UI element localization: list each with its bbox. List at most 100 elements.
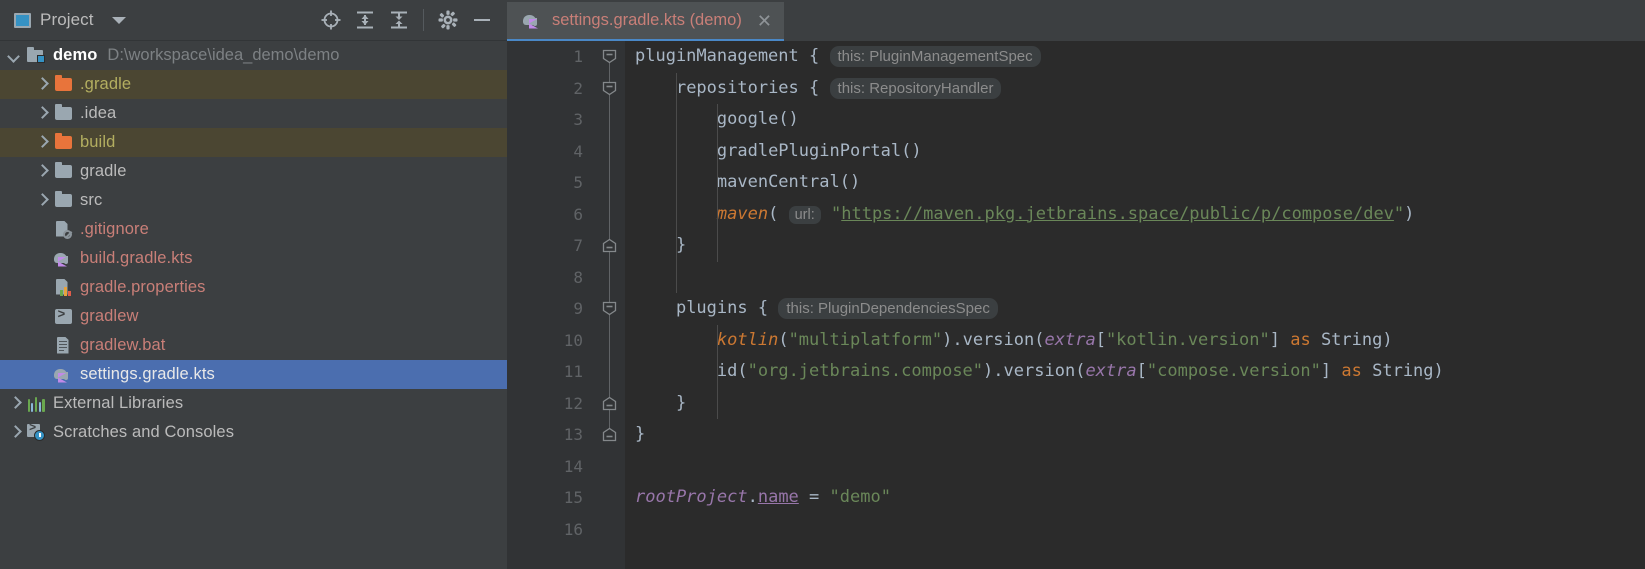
code-line-2[interactable]: repositories { this: RepositoryHandler	[635, 73, 1645, 105]
editor-pane: settings.gradle.kts (demo) ✕ 1 2 3 4 5 6 7 8 9 10…	[507, 0, 1645, 569]
code-line-10[interactable]: kotlin("multiplatform").version(extra["k…	[635, 325, 1645, 357]
panel-toolbar	[316, 5, 497, 35]
module-icon	[27, 47, 45, 63]
chevron-right-icon[interactable]	[35, 78, 48, 91]
code-text[interactable]: pluginManagement { this: PluginManagemen…	[625, 41, 1645, 569]
code-line-13[interactable]: }	[635, 419, 1645, 451]
tree-row-gradlew[interactable]: gradlew	[0, 302, 507, 331]
tree-item-label: gradle	[80, 162, 127, 180]
tree-row-build-gradle-kts[interactable]: build.gradle.kts	[0, 244, 507, 273]
code-line-1[interactable]: pluginManagement { this: PluginManagemen…	[635, 41, 1645, 73]
scratches-icon	[27, 421, 45, 441]
code-line-5[interactable]: mavenCentral()	[635, 167, 1645, 199]
line-number: 14	[563, 456, 583, 476]
tree-item-label: External Libraries	[53, 394, 184, 412]
tree-item-label: build.gradle.kts	[80, 249, 193, 267]
tree-row--gitignore[interactable]: .gitignore	[0, 215, 507, 244]
bat-file-icon	[56, 336, 71, 355]
code-line-11[interactable]: id("org.jetbrains.compose").version(extr…	[635, 356, 1645, 388]
inlay-hint: this: PluginDependenciesSpec	[778, 298, 998, 319]
tree-item-icon	[54, 250, 72, 268]
toolbar-divider	[423, 9, 424, 31]
tree-row-src[interactable]: src	[0, 186, 507, 215]
code-line-4[interactable]: gradlePluginPortal()	[635, 136, 1645, 168]
tree-item-label: gradle.properties	[80, 278, 206, 296]
tree-row-scratches-and-consoles[interactable]: Scratches and Consoles	[0, 418, 507, 447]
code-line-14[interactable]	[635, 451, 1645, 483]
tree-row--idea[interactable]: .idea	[0, 99, 507, 128]
line-number: 3	[573, 110, 583, 129]
project-panel-header: Project	[0, 0, 507, 41]
properties-icon	[55, 278, 72, 297]
close-icon[interactable]: ✕	[757, 12, 772, 30]
tree-item-icon	[27, 47, 45, 65]
project-tree[interactable]: demo D:\workspace\idea_demo\demo .gradle .i…	[0, 41, 507, 569]
minimize-icon[interactable]	[467, 5, 497, 35]
tree-item-label: settings.gradle.kts	[80, 365, 215, 383]
collapse-all-icon[interactable]	[384, 5, 414, 35]
line-number-gutter: 1 2 3 4 5 6 7 8 9 10 11 12 13 14 15 16	[507, 41, 595, 569]
gitignore-icon	[55, 220, 72, 239]
code-line-8[interactable]	[635, 262, 1645, 294]
chevron-down-icon[interactable]	[8, 49, 21, 62]
tree-item-icon	[54, 104, 72, 123]
tree-row-gradle-properties[interactable]: gradle.properties	[0, 273, 507, 302]
ide-window: Project demo D:\workspace\idea_demo\demo…	[0, 0, 1645, 569]
fold-gutter[interactable]	[595, 41, 625, 569]
line-number: 8	[573, 267, 583, 287]
line-number: 1	[573, 47, 583, 66]
tree-row-demo[interactable]: demo D:\workspace\idea_demo\demo	[0, 41, 507, 70]
fold-end-icon[interactable]	[602, 427, 617, 442]
folder-orange-icon	[54, 75, 72, 91]
tree-item-icon	[27, 421, 45, 442]
tree-item-icon	[54, 366, 72, 384]
libraries-icon	[27, 396, 45, 412]
fold-end-icon[interactable]	[602, 238, 617, 253]
code-line-3[interactable]: google()	[635, 104, 1645, 136]
chevron-right-icon[interactable]	[35, 136, 48, 149]
fold-collapse-icon[interactable]	[602, 301, 617, 316]
fold-end-icon[interactable]	[602, 396, 617, 411]
line-number: 12	[563, 393, 583, 413]
tree-item-label: gradlew	[80, 307, 139, 325]
tree-item-label: gradlew.bat	[80, 336, 166, 354]
locate-icon[interactable]	[316, 5, 346, 35]
tree-item-label: .gitignore	[80, 220, 149, 238]
tree-row-settings-gradle-kts[interactable]: settings.gradle.kts	[0, 360, 507, 389]
fold-collapse-icon[interactable]	[602, 49, 617, 64]
gradle-kts-icon	[523, 13, 543, 29]
tree-item-icon	[54, 336, 72, 355]
fold-collapse-icon[interactable]	[602, 81, 617, 96]
code-area: 1 2 3 4 5 6 7 8 9 10 11 12 13 14 15 16 pluginManagement…	[507, 41, 1645, 569]
tree-row-build[interactable]: build	[0, 128, 507, 157]
line-number: 9	[573, 299, 583, 318]
code-line-6[interactable]: maven( url: "https://maven.pkg.jetbrains…	[635, 199, 1645, 231]
code-line-12[interactable]: }	[635, 388, 1645, 420]
tree-row-gradle[interactable]: gradle	[0, 157, 507, 186]
code-line-7[interactable]: }	[635, 230, 1645, 262]
chevron-right-icon[interactable]	[35, 194, 48, 207]
tree-item-label: demo	[53, 46, 98, 64]
indent-guide	[676, 72, 677, 293]
tree-row--gradle[interactable]: .gradle	[0, 70, 507, 99]
code-line-15[interactable]: rootProject.name = "demo"	[635, 482, 1645, 514]
chevron-right-icon[interactable]	[8, 397, 21, 410]
editor-tab-settings-gradle-kts[interactable]: settings.gradle.kts (demo) ✕	[507, 2, 784, 41]
folder-grey-icon	[54, 104, 72, 120]
code-line-9[interactable]: plugins { this: PluginDependenciesSpec	[635, 293, 1645, 325]
gradle-kts-icon	[54, 251, 72, 267]
tree-row-external-libraries[interactable]: External Libraries	[0, 389, 507, 418]
gear-icon[interactable]	[433, 5, 463, 35]
chevron-down-icon[interactable]	[111, 16, 126, 24]
chevron-right-icon[interactable]	[8, 426, 21, 439]
tree-row-gradlew-bat[interactable]: gradlew.bat	[0, 331, 507, 360]
expand-all-icon[interactable]	[350, 5, 380, 35]
code-line-16[interactable]	[635, 514, 1645, 546]
chevron-right-icon[interactable]	[35, 107, 48, 120]
line-number: 11	[563, 362, 583, 381]
chevron-right-icon[interactable]	[35, 165, 48, 178]
